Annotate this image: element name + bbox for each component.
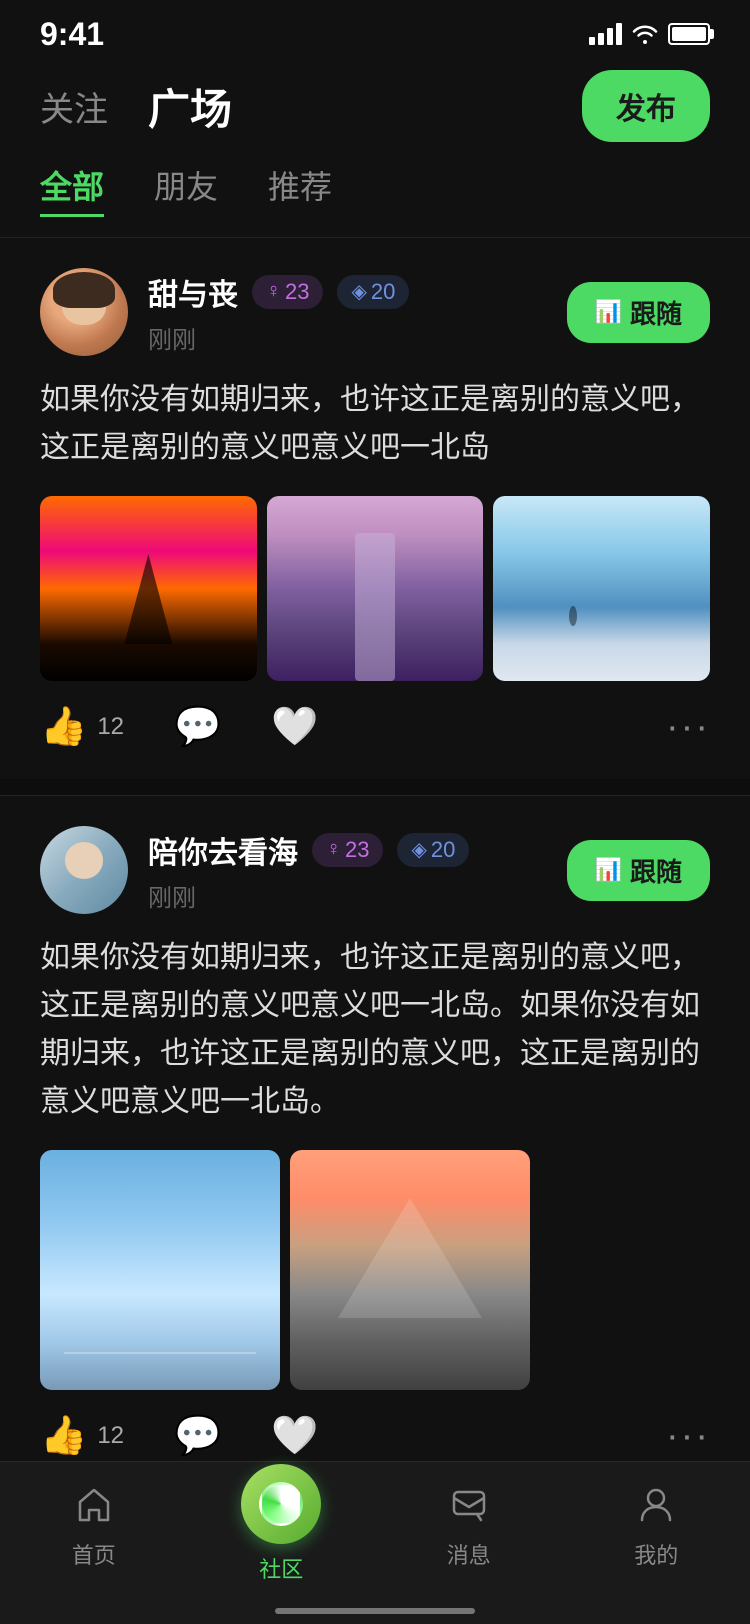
avatar bbox=[40, 826, 128, 914]
post-image-2[interactable] bbox=[267, 496, 484, 681]
post-time: 刚刚 bbox=[148, 327, 196, 354]
diamond-count: 20 bbox=[371, 279, 395, 305]
diamond-badge: ◈ 20 bbox=[397, 833, 469, 867]
comment-button[interactable]: 💬 bbox=[174, 705, 221, 749]
page-title: 广场 bbox=[148, 76, 582, 137]
community-icon bbox=[259, 1482, 303, 1526]
profile-icon bbox=[630, 1478, 682, 1530]
post-time: 刚刚 bbox=[148, 885, 196, 912]
post-content: 如果你没有如期归来，也许这正是离别的意义吧，这正是离别的意义吧意义吧一北岛。如果… bbox=[40, 934, 710, 1126]
follow-label: 跟随 bbox=[630, 294, 682, 331]
like-button[interactable]: 👍 12 bbox=[40, 705, 124, 749]
home-label: 首页 bbox=[72, 1538, 116, 1570]
battery-icon bbox=[668, 23, 710, 45]
comment-button[interactable]: 💬 bbox=[174, 1414, 221, 1458]
more-button[interactable]: ··· bbox=[666, 706, 710, 749]
username: 甜与丧 bbox=[148, 270, 238, 314]
follow-button[interactable]: 📊 跟随 bbox=[567, 282, 710, 343]
post-header: 陪你去看海 ♀ 23 ◈ 20 刚刚 📊 跟随 bbox=[40, 826, 710, 914]
tab-recommended[interactable]: 推荐 bbox=[268, 162, 332, 217]
status-bar: 9:41 bbox=[0, 0, 750, 60]
follow-button[interactable]: 📊 跟随 bbox=[567, 840, 710, 901]
post-header: 甜与丧 ♀ 23 ◈ 20 刚刚 📊 跟随 bbox=[40, 268, 710, 356]
post-image-1[interactable] bbox=[40, 496, 257, 681]
home-indicator bbox=[275, 1608, 475, 1614]
nav-community[interactable]: 社区 bbox=[188, 1478, 376, 1584]
nav-home[interactable]: 首页 bbox=[0, 1478, 188, 1570]
post-card: 甜与丧 ♀ 23 ◈ 20 刚刚 📊 跟随 如果你没有如期归来，也许这正是离别的… bbox=[0, 237, 750, 779]
gender-icon: ♀ bbox=[326, 838, 341, 861]
like-icon: 👍 bbox=[40, 1414, 87, 1458]
post-image-1[interactable] bbox=[40, 1150, 280, 1390]
follow-icon: 📊 bbox=[595, 299, 622, 325]
divider bbox=[0, 779, 750, 795]
home-icon bbox=[68, 1478, 120, 1530]
like-button[interactable]: 👍 12 bbox=[40, 1414, 124, 1458]
image-grid bbox=[40, 496, 710, 681]
diamond-badge: ◈ 20 bbox=[337, 275, 409, 309]
gender-icon: ♀ bbox=[266, 280, 281, 303]
user-row: 陪你去看海 ♀ 23 ◈ 20 bbox=[148, 828, 567, 872]
status-time: 9:41 bbox=[40, 16, 104, 53]
wifi-icon bbox=[632, 24, 658, 44]
comment-icon: 💬 bbox=[174, 1414, 221, 1458]
signal-icon bbox=[589, 23, 622, 45]
heart-icon: 🤍 bbox=[271, 705, 318, 749]
follow-label: 跟随 bbox=[630, 852, 682, 889]
image-grid bbox=[40, 1150, 710, 1390]
gender-count: 23 bbox=[345, 837, 369, 863]
header: 关注 广场 发布 bbox=[0, 60, 750, 162]
heart-icon: 🤍 bbox=[271, 1414, 318, 1458]
like-count: 12 bbox=[97, 713, 124, 741]
comment-icon: 💬 bbox=[174, 705, 221, 749]
message-label: 消息 bbox=[447, 1538, 491, 1570]
tab-all[interactable]: 全部 bbox=[40, 162, 104, 217]
post-info: 陪你去看海 ♀ 23 ◈ 20 刚刚 bbox=[148, 828, 567, 913]
community-center-button[interactable] bbox=[241, 1464, 321, 1544]
tab-friends[interactable]: 朋友 bbox=[154, 162, 218, 217]
collect-button[interactable]: 🤍 bbox=[271, 705, 318, 749]
avatar bbox=[40, 268, 128, 356]
diamond-count: 20 bbox=[431, 837, 455, 863]
collect-button[interactable]: 🤍 bbox=[271, 1414, 318, 1458]
gender-badge: ♀ 23 bbox=[312, 833, 383, 867]
post-image-2[interactable] bbox=[290, 1150, 530, 1390]
gender-badge: ♀ 23 bbox=[252, 275, 323, 309]
more-button[interactable]: ··· bbox=[666, 1415, 710, 1458]
bottom-nav: 首页 社区 消息 我的 bbox=[0, 1461, 750, 1624]
post-actions: 👍 12 💬 🤍 ··· bbox=[40, 705, 710, 749]
follow-icon: 📊 bbox=[595, 857, 622, 883]
like-count: 12 bbox=[97, 1422, 124, 1450]
gender-count: 23 bbox=[285, 279, 309, 305]
username: 陪你去看海 bbox=[148, 828, 298, 872]
nav-message[interactable]: 消息 bbox=[375, 1478, 563, 1570]
message-icon bbox=[443, 1478, 495, 1530]
post-image-3[interactable] bbox=[493, 496, 710, 681]
profile-label: 我的 bbox=[634, 1538, 678, 1570]
community-label: 社区 bbox=[259, 1552, 303, 1584]
follow-header-label[interactable]: 关注 bbox=[40, 82, 108, 131]
publish-button[interactable]: 发布 bbox=[582, 70, 710, 142]
post-content: 如果你没有如期归来，也许这正是离别的意义吧，这正是离别的意义吧意义吧一北岛 bbox=[40, 376, 710, 472]
diamond-icon: ◈ bbox=[411, 837, 426, 862]
nav-profile[interactable]: 我的 bbox=[563, 1478, 750, 1570]
diamond-icon: ◈ bbox=[351, 279, 366, 304]
post-info: 甜与丧 ♀ 23 ◈ 20 刚刚 bbox=[148, 270, 567, 355]
like-icon: 👍 bbox=[40, 705, 87, 749]
post-actions: 👍 12 💬 🤍 ··· bbox=[40, 1414, 710, 1458]
status-icons bbox=[589, 23, 710, 45]
user-row: 甜与丧 ♀ 23 ◈ 20 bbox=[148, 270, 567, 314]
tab-bar: 全部 朋友 推荐 bbox=[0, 162, 750, 237]
